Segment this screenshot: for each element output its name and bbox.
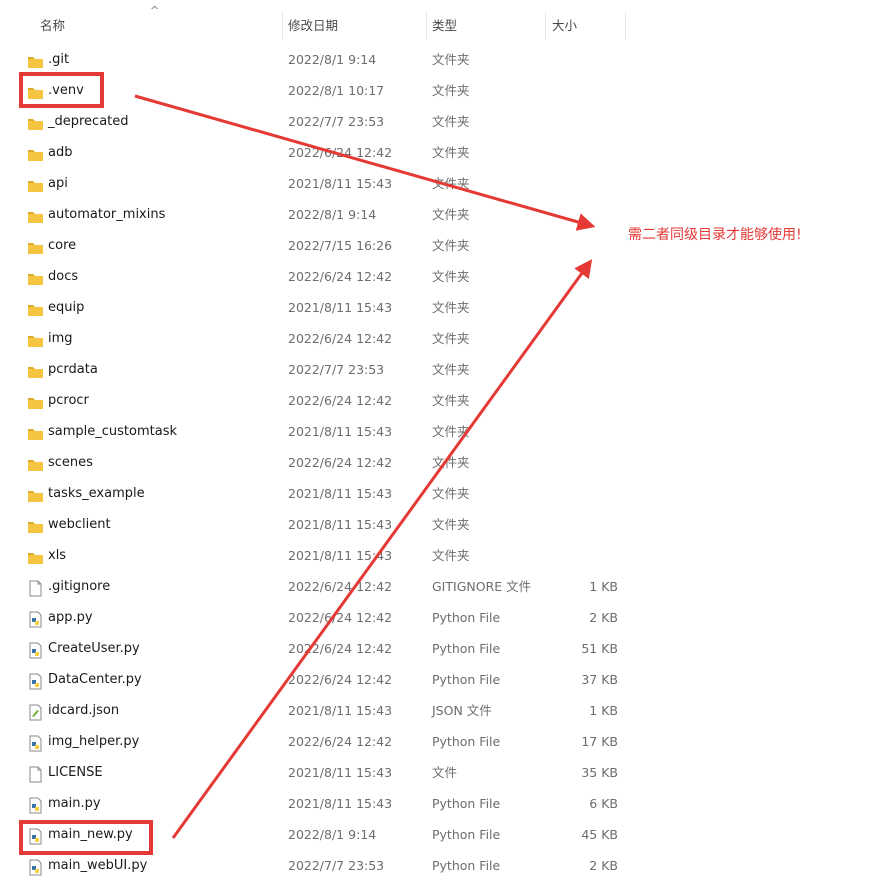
annotation-arrows xyxy=(134,94,596,839)
arrow-from-main-new xyxy=(171,259,593,839)
annotation-note: 需二者同级目录才能够使用! xyxy=(628,227,802,243)
arrow-from-venv xyxy=(134,94,596,231)
